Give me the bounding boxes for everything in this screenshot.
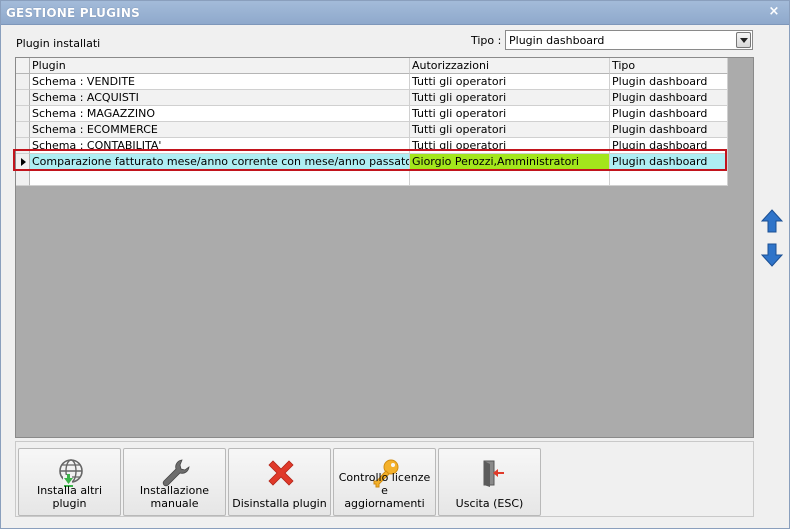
- plugin-name-cell[interactable]: Schema : ECOMMERCE: [30, 122, 410, 138]
- move-down-button[interactable]: [760, 243, 784, 267]
- exit-button[interactable]: Uscita (ESC): [438, 448, 541, 516]
- install-plugins-label: Installa altri plugin: [36, 484, 103, 510]
- column-header-authorizations[interactable]: Autorizzazioni: [410, 58, 610, 74]
- plugin-name-cell[interactable]: Comparazione fatturato mese/anno corrent…: [30, 154, 410, 170]
- type-filter-select[interactable]: Plugin dashboard: [505, 30, 753, 50]
- row-indicator[interactable]: [16, 122, 30, 138]
- action-toolbar: Installa altri plugin Installazione manua…: [15, 441, 754, 517]
- authorization-cell[interactable]: Tutti gli operatori: [410, 106, 610, 122]
- plugin-name-cell[interactable]: Schema : ACQUISTI: [30, 90, 410, 106]
- row-indicator[interactable]: [16, 74, 30, 90]
- authorization-cell[interactable]: Tutti gli operatori: [410, 90, 610, 106]
- column-header-type[interactable]: Tipo: [610, 58, 728, 74]
- plugin-table: Plugin Autorizzazioni Tipo Schema : VEND…: [16, 58, 728, 186]
- delete-x-icon: [268, 460, 294, 486]
- type-cell[interactable]: Plugin dashboard: [610, 154, 728, 170]
- plugin-grid-area: Plugin Autorizzazioni Tipo Schema : VEND…: [15, 57, 754, 438]
- authorization-cell[interactable]: Tutti gli operatori: [410, 138, 610, 154]
- license-check-label-line1: Controllo licenze e: [338, 471, 431, 497]
- table-row[interactable]: Schema : ECOMMERCE Tutti gli operatori P…: [16, 122, 728, 138]
- table-row[interactable]: Schema : ACQUISTI Tutti gli operatori Pl…: [16, 90, 728, 106]
- license-check-label-line2: aggiornamenti: [344, 497, 425, 510]
- plugin-name-cell[interactable]: Schema : CONTABILITA': [30, 138, 410, 154]
- close-icon[interactable]: ×: [767, 4, 781, 20]
- title-bar: GESTIONE PLUGINS ×: [1, 1, 789, 25]
- authorization-cell[interactable]: Tutti gli operatori: [410, 122, 610, 138]
- table-header: Plugin Autorizzazioni Tipo: [16, 58, 728, 74]
- type-filter-label: Tipo :: [471, 34, 502, 47]
- license-check-label: Controllo licenze e aggiornamenti: [334, 471, 435, 510]
- table-row[interactable]: Schema : CONTABILITA' Tutti gli operator…: [16, 138, 728, 154]
- column-header-plugin[interactable]: Plugin: [30, 58, 410, 74]
- plugin-name-cell[interactable]: [30, 170, 410, 186]
- arrow-down-icon: [760, 243, 784, 267]
- uninstall-plugin-button[interactable]: Disinstalla plugin: [228, 448, 331, 516]
- license-check-button[interactable]: Controllo licenze e aggiornamenti: [333, 448, 436, 516]
- type-cell[interactable]: Plugin dashboard: [610, 138, 728, 154]
- row-indicator[interactable]: [16, 170, 30, 186]
- move-up-button[interactable]: [760, 209, 784, 233]
- table-row[interactable]: Schema : MAGAZZINO Tutti gli operatori P…: [16, 106, 728, 122]
- installed-plugins-label: Plugin installati: [16, 37, 101, 50]
- type-cell[interactable]: [610, 170, 728, 186]
- manual-install-label-line1: Installazione: [139, 484, 210, 497]
- row-indicator[interactable]: [16, 90, 30, 106]
- current-row-arrow-icon[interactable]: [16, 154, 30, 170]
- authorization-cell[interactable]: [410, 170, 610, 186]
- exit-label: Uscita (ESC): [455, 497, 524, 510]
- row-indicator[interactable]: [16, 106, 30, 122]
- manual-install-button[interactable]: Installazione manuale: [123, 448, 226, 516]
- table-row-selected[interactable]: Comparazione fatturato mese/anno corrent…: [16, 154, 728, 170]
- authorization-cell[interactable]: Giorgio Perozzi,Amministratori: [410, 154, 610, 170]
- exit-door-icon: [483, 460, 504, 487]
- type-cell[interactable]: Plugin dashboard: [610, 106, 728, 122]
- type-filter-value: Plugin dashboard: [509, 34, 605, 47]
- type-cell[interactable]: Plugin dashboard: [610, 122, 728, 138]
- plugin-name-cell[interactable]: Schema : MAGAZZINO: [30, 106, 410, 122]
- uninstall-plugin-label: Disinstalla plugin: [232, 497, 327, 510]
- chevron-down-icon[interactable]: [736, 32, 751, 48]
- arrow-up-icon: [760, 209, 784, 233]
- manual-install-label-line2: manuale: [150, 497, 199, 510]
- type-cell[interactable]: Plugin dashboard: [610, 74, 728, 90]
- type-cell[interactable]: Plugin dashboard: [610, 90, 728, 106]
- row-indicator[interactable]: [16, 138, 30, 154]
- table-row-new[interactable]: [16, 170, 728, 186]
- authorization-cell[interactable]: Tutti gli operatori: [410, 74, 610, 90]
- manual-install-label: Installazione manuale: [124, 484, 225, 510]
- table-row[interactable]: Schema : VENDITE Tutti gli operatori Plu…: [16, 74, 728, 90]
- window-title: GESTIONE PLUGINS: [6, 6, 140, 20]
- plugin-name-cell[interactable]: Schema : VENDITE: [30, 74, 410, 90]
- header-indicator: [16, 58, 30, 74]
- install-plugins-button[interactable]: Installa altri plugin: [18, 448, 121, 516]
- plugin-manager-window: GESTIONE PLUGINS × Plugin installati Tip…: [0, 0, 790, 529]
